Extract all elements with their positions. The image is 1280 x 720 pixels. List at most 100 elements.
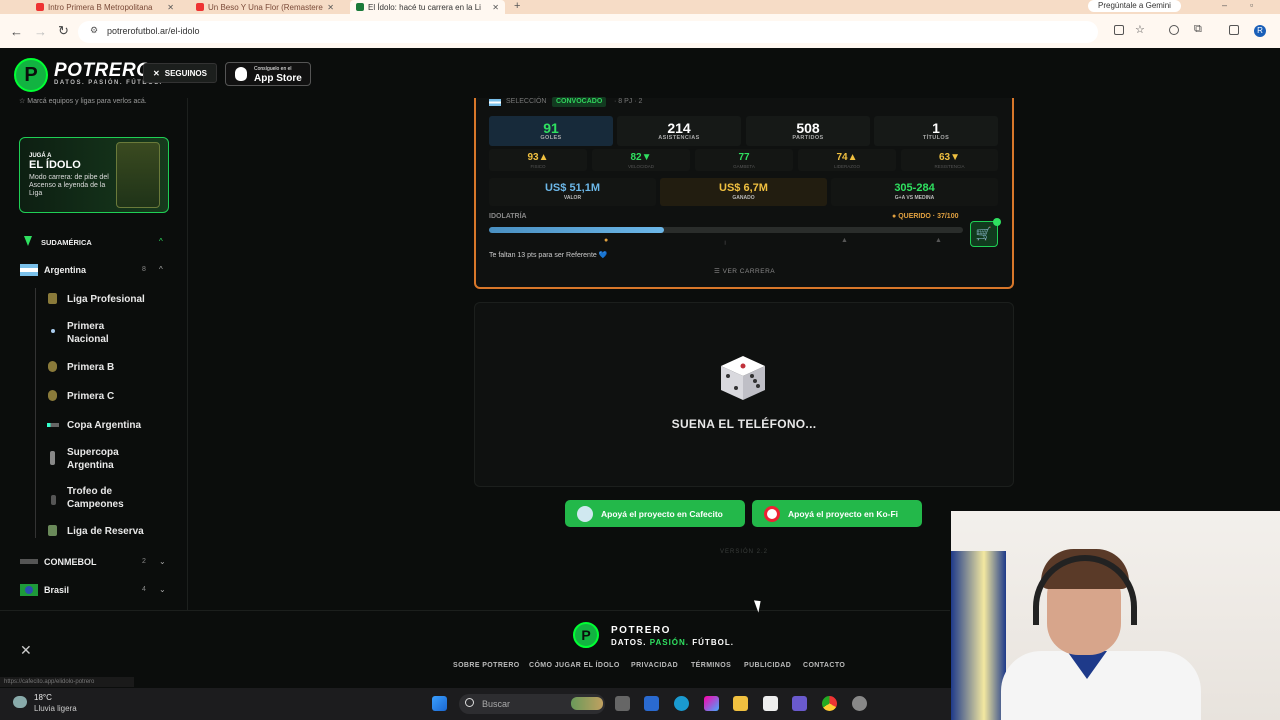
file-explorer-icon[interactable] <box>733 696 748 711</box>
logo-text[interactable]: POTRERO <box>54 60 151 82</box>
league-primera-b[interactable]: Primera B <box>67 361 114 374</box>
x-logo-icon: ✕ <box>153 68 160 78</box>
seguinos-label: SEGUINOS <box>164 68 207 78</box>
attr-resistencia: 63▼ RESISTENCIA <box>901 149 998 171</box>
league-supercopa-argentina[interactable]: Supercopa Argentina <box>67 446 137 472</box>
windows-start-icon[interactable] <box>432 696 447 711</box>
league-primera-nacional[interactable]: Primera Nacional <box>67 320 137 346</box>
weather-temperature[interactable]: 18°C <box>34 693 52 702</box>
tab-un-beso[interactable]: Un Beso Y Una Flor (Remastere ✕ <box>190 0 340 14</box>
x-social-icon[interactable]: ✕ <box>20 642 32 659</box>
bookmark-star-icon[interactable]: ☆ <box>1135 23 1145 36</box>
attr-velocidad: 82▼ VELOCIDAD <box>592 149 690 171</box>
attr-label: RESISTENCIA <box>934 164 965 169</box>
potrero-favicon-icon <box>356 3 364 11</box>
country-brasil[interactable]: Brasil <box>44 585 69 595</box>
close-icon[interactable]: ✕ <box>167 3 174 12</box>
footer-link-terminos[interactable]: TÉRMINOS <box>691 662 731 669</box>
sidebar-icon[interactable] <box>1229 25 1239 35</box>
teams-icon[interactable] <box>792 696 807 711</box>
region-sudamerica[interactable]: SUDAMÉRICA <box>41 238 92 247</box>
forward-icon[interactable]: → <box>34 24 47 39</box>
weather-description[interactable]: Lluvia ligera <box>34 704 77 713</box>
tab-intro-primera-b[interactable]: Intro Primera B Metropolitana ✕ <box>30 0 180 14</box>
extensions-icon[interactable]: ⧉ <box>1194 23 1202 36</box>
kofi-button[interactable]: Apoyá el proyecto en Ko-Fi <box>752 500 922 527</box>
league-liga-profesional[interactable]: Liga Profesional <box>67 293 145 306</box>
promo-description: Modo carrera: de pibe del Ascenso a leye… <box>29 174 109 197</box>
country-argentina[interactable]: Argentina <box>44 265 86 275</box>
argentina-flag-icon <box>20 264 38 276</box>
trofeo-icon <box>51 495 56 505</box>
minimize-icon[interactable]: – <box>1222 0 1227 10</box>
ver-carrera-link[interactable]: ☰ VER CARRERA <box>714 267 775 275</box>
site-info-icon[interactable]: ⚙ <box>90 25 98 36</box>
chevron-up-icon[interactable]: ^ <box>159 265 163 274</box>
confederation-conmebol[interactable]: CONMEBOL <box>44 557 97 567</box>
idolatria-label: IDOLATRÍA <box>489 213 527 220</box>
footer-link-como-jugar[interactable]: CÓMO JUGAR EL ÍDOLO <box>529 662 620 669</box>
app-icon-blue[interactable] <box>644 696 659 711</box>
league-liga-de-reserva[interactable]: Liga de Reserva <box>67 525 144 538</box>
apple-icon <box>235 67 247 81</box>
footer-link-privacidad[interactable]: PRIVACIDAD <box>631 662 678 669</box>
stat-goles: 91 GOLES <box>489 116 613 146</box>
league-copa-argentina[interactable]: Copa Argentina <box>67 419 141 432</box>
argentina-count: 8 <box>142 266 146 273</box>
footer-logo-icon[interactable]: P <box>573 622 599 648</box>
gemini-button[interactable]: Pregúntale a Gemini <box>1088 0 1181 12</box>
tree-line <box>35 288 36 538</box>
cafecito-button[interactable]: Apoyá el proyecto en Cafecito <box>565 500 745 527</box>
attr-value: 74▲ <box>836 152 858 163</box>
tab-label: Un Beso Y Una Flor (Remastere <box>208 2 323 12</box>
store-icon[interactable] <box>763 696 778 711</box>
player-card-image <box>116 142 160 208</box>
idolatria-progress-fill <box>489 227 665 233</box>
chrome-icon[interactable] <box>822 696 837 711</box>
chevron-up-icon[interactable]: ^ <box>159 237 163 246</box>
task-view-icon[interactable] <box>615 696 630 711</box>
footer-link-contacto[interactable]: CONTACTO <box>803 662 845 669</box>
promo-title: EL ÍDOLO <box>29 159 81 171</box>
url-bar[interactable] <box>78 21 1098 43</box>
money-label: GANADO <box>732 195 755 201</box>
el-idolo-promo-banner[interactable]: JUGÁ A EL ÍDOLO Modo carrera: de pibe de… <box>19 137 169 213</box>
dice-icon <box>721 356 765 400</box>
league-trofeo-de-campeones[interactable]: Trofeo de Campeones <box>67 485 137 511</box>
league-primera-c[interactable]: Primera C <box>67 390 114 403</box>
stat-value: 508 <box>796 120 820 136</box>
close-icon[interactable]: ✕ <box>492 3 499 12</box>
restore-icon[interactable]: ▫ <box>1250 0 1253 10</box>
stat-partidos: 508 PARTIDOS <box>746 116 870 146</box>
url-text[interactable]: potrerofutbol.ar/el-idolo <box>107 26 200 36</box>
primera-c-icon <box>48 390 57 401</box>
settings-icon[interactable] <box>852 696 867 711</box>
querido-label: ● QUERIDO · 37/100 <box>892 213 959 220</box>
close-icon[interactable]: ✕ <box>327 3 334 12</box>
youtube-icon <box>196 3 204 11</box>
footer-logo-text[interactable]: POTRERO <box>611 625 671 636</box>
kofi-icon <box>764 505 780 522</box>
tab-label: El Ídolo: hacé tu carrera en la Li <box>368 2 481 12</box>
webcam-background-flag <box>951 551 1006 720</box>
reload-icon[interactable]: ↻ <box>58 23 69 39</box>
install-icon[interactable] <box>1114 25 1124 35</box>
footer-link-publicidad[interactable]: PUBLICIDAD <box>744 662 791 669</box>
footer-link-sobre[interactable]: SOBRE POTRERO <box>453 662 520 669</box>
copilot-icon[interactable] <box>704 696 719 711</box>
lens-icon[interactable] <box>1169 25 1179 35</box>
notification-dot <box>993 218 1001 226</box>
potrero-logo-icon[interactable]: P <box>14 58 48 92</box>
chevron-down-icon[interactable]: ⌄ <box>159 557 166 566</box>
seguinos-button[interactable]: ✕ SEGUINOS <box>143 63 217 83</box>
edge-icon[interactable] <box>674 696 689 711</box>
new-tab-button[interactable]: + <box>514 0 520 12</box>
tab-label: Intro Primera B Metropolitana <box>48 2 153 12</box>
tab-el-idolo[interactable]: El Ídolo: hacé tu carrera en la Li ✕ <box>350 0 505 14</box>
favorites-hint: ☆ Marcá equipos y ligas para verlos acá. <box>19 98 147 105</box>
chevron-down-icon[interactable]: ⌄ <box>159 585 166 594</box>
app-store-button[interactable]: Consíguelo en el App Store <box>225 62 311 86</box>
milestone-marker: ▲ <box>935 237 942 244</box>
back-icon[interactable]: ← <box>10 24 23 39</box>
profile-avatar[interactable]: R <box>1254 25 1266 37</box>
